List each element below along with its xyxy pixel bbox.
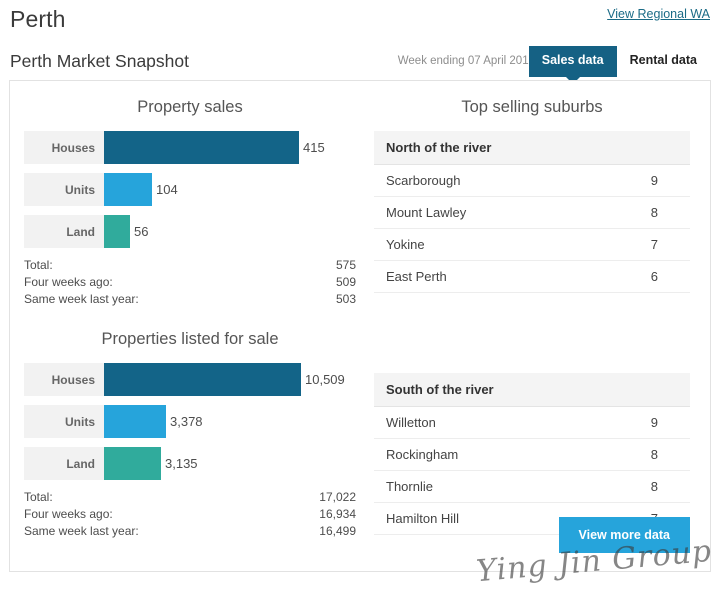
suburb-count: 8 bbox=[620, 470, 690, 503]
bar-value-houses: 415 bbox=[303, 140, 325, 155]
bar-row: Houses 10,509 bbox=[24, 363, 356, 396]
view-more-data-button[interactable]: View more data bbox=[558, 517, 690, 553]
bar-value-land: 3,135 bbox=[165, 456, 198, 471]
suburb-name: Thornlie bbox=[374, 470, 620, 503]
bar-label-houses: Houses bbox=[24, 363, 104, 396]
table-row[interactable]: Rockingham 8 bbox=[374, 438, 690, 471]
table-row[interactable]: Thornlie 8 bbox=[374, 470, 690, 503]
properties-listed-title: Properties listed for sale bbox=[101, 330, 279, 348]
bar-fill-houses bbox=[104, 131, 299, 164]
properties-listed-totals: Total: 17,022 Four weeks ago: 16,934 Sam… bbox=[24, 489, 356, 540]
table-row[interactable]: East Perth 6 bbox=[374, 260, 690, 293]
total-row: Total: 17,022 bbox=[24, 489, 356, 506]
suburb-count: 9 bbox=[620, 164, 690, 197]
total-row: Four weeks ago: 509 bbox=[24, 274, 356, 291]
suburbs-column: Top selling suburbs North of the river S… bbox=[370, 81, 710, 571]
charts-column: Property sales Houses 415 Units 104 Land… bbox=[10, 81, 370, 571]
suburb-count: 8 bbox=[620, 196, 690, 229]
total-label: Four weeks ago: bbox=[24, 275, 113, 289]
suburb-name: Yokine bbox=[374, 228, 620, 261]
total-value: 17,022 bbox=[319, 490, 356, 504]
top-selling-suburbs-title: Top selling suburbs bbox=[461, 98, 603, 116]
cta-container: View more data bbox=[558, 517, 690, 553]
page-header: Perth View Regional WA Perth Market Snap… bbox=[0, 0, 720, 84]
tab-rental-data[interactable]: Rental data bbox=[617, 46, 710, 77]
south-of-river-table: South of the river Willetton 9 Rockingha… bbox=[374, 373, 690, 535]
total-value: 16,499 bbox=[319, 524, 356, 538]
suburb-count: 7 bbox=[620, 228, 690, 261]
bar-row: Land 56 bbox=[24, 215, 356, 248]
total-label: Same week last year: bbox=[24, 292, 139, 306]
total-value: 16,934 bbox=[319, 507, 356, 521]
bar-label-houses: Houses bbox=[24, 131, 104, 164]
total-row: Same week last year: 503 bbox=[24, 291, 356, 308]
bar-value-units: 3,378 bbox=[170, 414, 203, 429]
view-regional-wa-link[interactable]: View Regional WA bbox=[607, 7, 710, 21]
bar-fill-land bbox=[104, 215, 130, 248]
page-title: Perth bbox=[10, 6, 66, 32]
total-label: Same week last year: bbox=[24, 524, 139, 538]
suburb-name: Rockingham bbox=[374, 438, 620, 471]
bar-label-units: Units bbox=[24, 405, 104, 438]
data-type-tabs: Sales data Rental data bbox=[528, 46, 710, 84]
bar-fill-land bbox=[104, 447, 161, 480]
total-value: 503 bbox=[335, 292, 356, 306]
bar-label-land: Land bbox=[24, 447, 104, 480]
total-label: Total: bbox=[24, 258, 53, 272]
total-value: 509 bbox=[335, 275, 356, 289]
south-of-river-header: South of the river bbox=[374, 373, 690, 407]
suburb-count: 6 bbox=[620, 260, 690, 293]
total-row: Same week last year: 16,499 bbox=[24, 523, 356, 540]
snapshot-card: Property sales Houses 415 Units 104 Land… bbox=[9, 80, 711, 572]
property-sales-totals: Total: 575 Four weeks ago: 509 Same week… bbox=[24, 257, 356, 308]
suburb-name: East Perth bbox=[374, 260, 620, 293]
table-row[interactable]: Yokine 7 bbox=[374, 228, 690, 261]
subheader-row: Perth Market Snapshot Week ending 07 Apr… bbox=[10, 46, 710, 84]
suburb-name: Scarborough bbox=[374, 164, 620, 197]
total-row: Total: 575 bbox=[24, 257, 356, 274]
table-header-row: South of the river bbox=[374, 373, 690, 407]
bar-value-houses: 10,509 bbox=[305, 372, 345, 387]
property-sales-bars: Houses 415 Units 104 Land 56 bbox=[24, 131, 356, 248]
suburb-name: Willetton bbox=[374, 406, 620, 439]
tab-sales-data[interactable]: Sales data bbox=[528, 46, 617, 84]
total-label: Total: bbox=[24, 490, 53, 504]
bar-value-units: 104 bbox=[156, 182, 178, 197]
market-snapshot-page: Perth View Regional WA Perth Market Snap… bbox=[0, 0, 720, 589]
properties-listed-bars: Houses 10,509 Units 3,378 Land 3,135 bbox=[24, 363, 356, 480]
bar-label-units: Units bbox=[24, 173, 104, 206]
table-spacer bbox=[374, 293, 690, 373]
suburb-count: 8 bbox=[620, 438, 690, 471]
suburb-count: 9 bbox=[620, 406, 690, 439]
total-label: Four weeks ago: bbox=[24, 507, 113, 521]
bar-label-land: Land bbox=[24, 215, 104, 248]
bar-fill-units bbox=[104, 405, 166, 438]
total-row: Four weeks ago: 16,934 bbox=[24, 506, 356, 523]
north-of-river-table: North of the river Scarborough 9 Mount L… bbox=[374, 131, 690, 293]
bar-row: Land 3,135 bbox=[24, 447, 356, 480]
table-row[interactable]: Willetton 9 bbox=[374, 406, 690, 439]
property-sales-title: Property sales bbox=[137, 98, 243, 116]
bar-row: Units 104 bbox=[24, 173, 356, 206]
suburb-name: Mount Lawley bbox=[374, 196, 620, 229]
bar-row: Units 3,378 bbox=[24, 405, 356, 438]
total-value: 575 bbox=[335, 258, 356, 272]
north-of-river-header: North of the river bbox=[374, 131, 690, 165]
bar-fill-units bbox=[104, 173, 152, 206]
table-header-row: North of the river bbox=[374, 131, 690, 165]
bar-row: Houses 415 bbox=[24, 131, 356, 164]
bar-fill-houses bbox=[104, 363, 301, 396]
bar-value-land: 56 bbox=[134, 224, 149, 239]
table-row[interactable]: Scarborough 9 bbox=[374, 164, 690, 197]
week-ending-label: Week ending 07 April 2019 bbox=[397, 55, 535, 67]
table-row[interactable]: Mount Lawley 8 bbox=[374, 196, 690, 229]
